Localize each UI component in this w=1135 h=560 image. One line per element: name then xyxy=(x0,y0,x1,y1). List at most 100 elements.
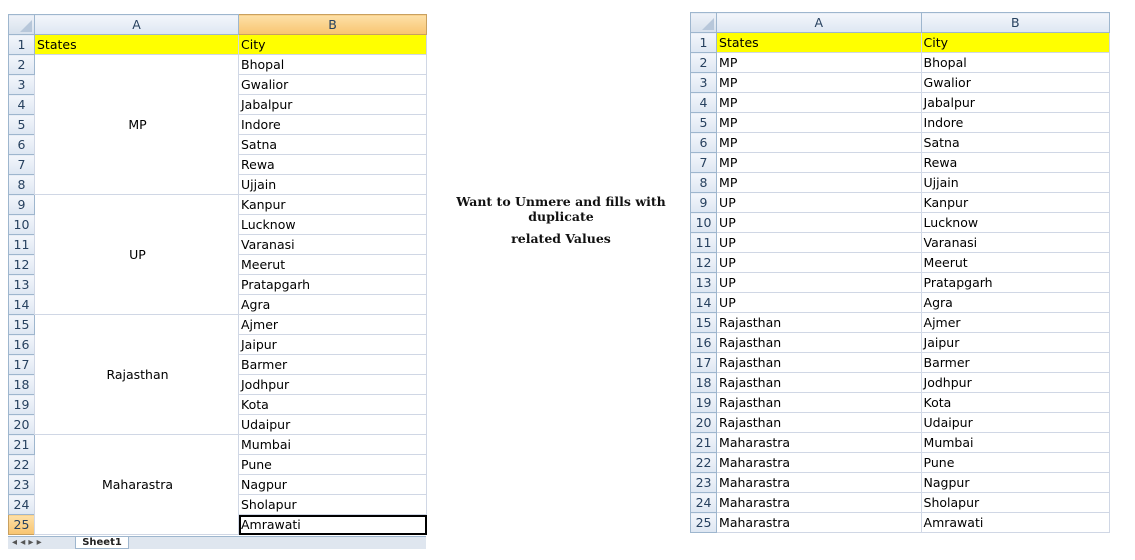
row-header[interactable]: 16 xyxy=(689,332,718,353)
city-cell[interactable]: Udaipur xyxy=(238,414,427,435)
city-cell[interactable]: Bhopal xyxy=(920,52,1111,73)
row-header[interactable]: 14 xyxy=(689,292,718,313)
row-header[interactable]: 12 xyxy=(689,252,718,273)
state-cell[interactable]: Rajasthan xyxy=(716,332,922,353)
state-cell[interactable]: MP xyxy=(716,152,922,173)
city-cell[interactable]: Kota xyxy=(238,394,427,415)
city-cell[interactable]: Meerut xyxy=(238,254,427,275)
row-header[interactable]: 21 xyxy=(8,434,35,455)
row-header[interactable]: 10 xyxy=(8,214,35,235)
row-header[interactable]: 18 xyxy=(689,372,718,393)
row-header[interactable]: 6 xyxy=(689,132,718,153)
row-header[interactable]: 6 xyxy=(8,134,35,155)
state-cell[interactable]: Rajasthan xyxy=(716,412,922,433)
state-cell[interactable]: UP xyxy=(716,292,922,313)
column-header-a[interactable]: A xyxy=(716,12,922,33)
row-header[interactable]: 24 xyxy=(8,494,35,515)
row-header[interactable]: 23 xyxy=(689,472,718,493)
row-header[interactable]: 7 xyxy=(8,154,35,175)
city-cell[interactable]: Jabalpur xyxy=(238,94,427,115)
state-cell[interactable]: Rajasthan xyxy=(716,372,922,393)
city-cell[interactable]: Indore xyxy=(920,112,1111,133)
state-cell[interactable]: Maharastra xyxy=(716,432,922,453)
row-header[interactable]: 22 xyxy=(689,452,718,473)
row-header[interactable]: 16 xyxy=(8,334,35,355)
row-header[interactable]: 8 xyxy=(689,172,718,193)
row-header[interactable]: 11 xyxy=(8,234,35,255)
row-header[interactable]: 17 xyxy=(689,352,718,373)
city-cell[interactable]: Barmer xyxy=(238,354,427,375)
cell-city-header[interactable]: City xyxy=(238,34,427,55)
city-cell[interactable]: Rewa xyxy=(238,154,427,175)
city-cell[interactable]: Rewa xyxy=(920,152,1111,173)
column-header-b[interactable]: B xyxy=(920,12,1111,33)
merged-state-cell[interactable]: UP xyxy=(34,194,239,315)
row-header[interactable]: 20 xyxy=(689,412,718,433)
row-header[interactable]: 18 xyxy=(8,374,35,395)
row-header[interactable]: 25 xyxy=(689,512,718,533)
city-cell[interactable]: Jodhpur xyxy=(238,374,427,395)
row-header[interactable]: 5 xyxy=(8,114,35,135)
row-header[interactable]: 17 xyxy=(8,354,35,375)
row-header[interactable]: 23 xyxy=(8,474,35,495)
city-cell[interactable]: Varanasi xyxy=(920,232,1111,253)
row-header[interactable]: 4 xyxy=(8,94,35,115)
row-header[interactable]: 24 xyxy=(689,492,718,513)
city-cell[interactable]: Sholapur xyxy=(920,492,1111,513)
city-cell[interactable]: Indore xyxy=(238,114,427,135)
city-cell[interactable]: Satna xyxy=(238,134,427,155)
city-cell[interactable]: Agra xyxy=(920,292,1111,313)
city-cell[interactable]: Ujjain xyxy=(920,172,1111,193)
row-header[interactable]: 13 xyxy=(689,272,718,293)
row-header[interactable]: 3 xyxy=(8,74,35,95)
row-header[interactable]: 3 xyxy=(689,72,718,93)
city-cell[interactable]: Bhopal xyxy=(238,54,427,75)
column-header-b[interactable]: B xyxy=(238,14,427,35)
row-header[interactable]: 10 xyxy=(689,212,718,233)
city-cell[interactable]: Sholapur xyxy=(238,494,427,515)
cell-city-header[interactable]: City xyxy=(920,32,1111,53)
city-cell[interactable]: Jaipur xyxy=(920,332,1111,353)
select-all-corner[interactable] xyxy=(8,14,35,35)
city-cell[interactable]: Mumbai xyxy=(238,434,427,455)
row-header[interactable]: 15 xyxy=(689,312,718,333)
row-header[interactable]: 5 xyxy=(689,112,718,133)
state-cell[interactable]: Maharastra xyxy=(716,492,922,513)
state-cell[interactable]: Maharastra xyxy=(716,472,922,493)
row-header[interactable]: 11 xyxy=(689,232,718,253)
row-header[interactable]: 15 xyxy=(8,314,35,335)
city-cell[interactable]: Jaipur xyxy=(238,334,427,355)
cell-states-header[interactable]: States xyxy=(716,32,922,53)
row-header[interactable]: 22 xyxy=(8,454,35,475)
state-cell[interactable]: MP xyxy=(716,72,922,93)
column-header-a[interactable]: A xyxy=(34,14,239,35)
state-cell[interactable]: Rajasthan xyxy=(716,392,922,413)
sheet-tab-active[interactable]: Sheet1 xyxy=(75,537,129,549)
row-header[interactable]: 7 xyxy=(689,152,718,173)
city-cell[interactable]: Amrawati xyxy=(920,512,1111,533)
city-cell[interactable]: Satna xyxy=(920,132,1111,153)
row-header[interactable]: 21 xyxy=(689,432,718,453)
city-cell[interactable]: Pune xyxy=(238,454,427,475)
city-cell[interactable]: Lucknow xyxy=(238,214,427,235)
state-cell[interactable]: MP xyxy=(716,132,922,153)
state-cell[interactable]: UP xyxy=(716,212,922,233)
row-header[interactable]: 1 xyxy=(8,34,35,55)
row-header[interactable]: 1 xyxy=(689,32,718,53)
city-cell[interactable]: Jabalpur xyxy=(920,92,1111,113)
city-cell[interactable]: Meerut xyxy=(920,252,1111,273)
merged-state-cell[interactable]: Rajasthan xyxy=(34,314,239,435)
state-cell[interactable]: Rajasthan xyxy=(716,352,922,373)
city-cell[interactable]: Pune xyxy=(920,452,1111,473)
state-cell[interactable]: Maharastra xyxy=(716,512,922,533)
city-cell[interactable]: Ajmer xyxy=(238,314,427,335)
city-cell[interactable]: Barmer xyxy=(920,352,1111,373)
merged-state-cell[interactable]: MP xyxy=(34,54,239,195)
state-cell[interactable]: Rajasthan xyxy=(716,312,922,333)
row-header[interactable]: 2 xyxy=(689,52,718,73)
row-header[interactable]: 12 xyxy=(8,254,35,275)
city-cell[interactable]: Mumbai xyxy=(920,432,1111,453)
city-cell[interactable]: Kanpur xyxy=(238,194,427,215)
city-cell[interactable]: Udaipur xyxy=(920,412,1111,433)
row-header[interactable]: 19 xyxy=(689,392,718,413)
